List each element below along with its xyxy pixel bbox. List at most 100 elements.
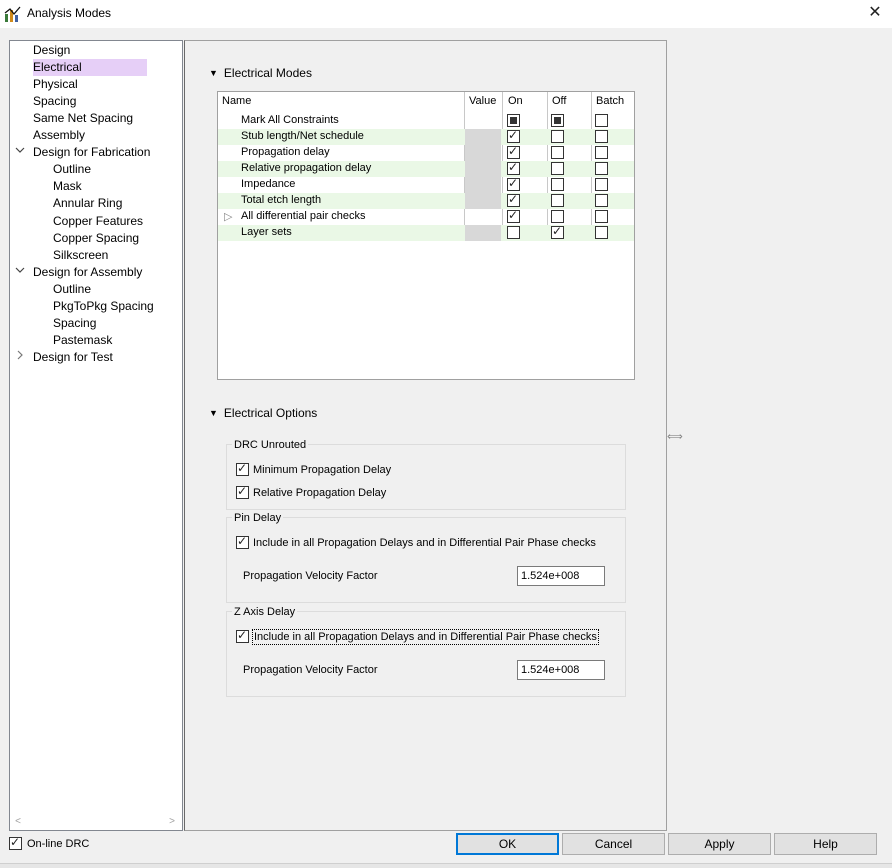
row-off-checkbox[interactable] (551, 194, 564, 207)
row-off-checkbox[interactable] (551, 210, 564, 223)
tree-item[interactable]: Design for Fabrication (10, 144, 182, 161)
row-batch-checkbox[interactable] (595, 210, 608, 223)
row-batch-checkbox[interactable] (595, 178, 608, 191)
tree-item[interactable]: Outline (10, 161, 182, 178)
tree-item[interactable]: Assembly (10, 127, 182, 144)
column-header-name[interactable]: Name (222, 95, 251, 107)
row-value-cell (465, 129, 501, 145)
tree-item[interactable]: Design for Test (10, 349, 182, 366)
z-axis-delay-label: Z Axis Delay (232, 606, 298, 618)
tree-item-label: Spacing (53, 315, 97, 330)
scroll-left-arrow-icon[interactable]: < (12, 814, 24, 829)
tree-item[interactable]: Electrical (10, 59, 182, 77)
chevron-right-icon[interactable] (14, 350, 26, 364)
cancel-button[interactable]: Cancel (562, 833, 665, 855)
row-off-checkbox[interactable] (551, 114, 564, 127)
tree-item[interactable]: PkgToPkg Spacing (10, 298, 182, 315)
row-on-checkbox[interactable] (507, 114, 520, 127)
tree-item[interactable]: Design for Assembly (10, 264, 182, 281)
apply-button[interactable]: Apply (668, 833, 771, 855)
row-value-cell (465, 209, 501, 225)
row-on-checkbox[interactable] (507, 226, 520, 239)
tree-item[interactable]: Silkscreen (10, 247, 182, 264)
column-header-on[interactable]: On (508, 95, 523, 107)
panel-splitter-icon[interactable]: ⟺ (667, 430, 683, 443)
tree-item[interactable]: Copper Spacing (10, 230, 182, 247)
table-row[interactable]: ▷ All differential pair checks (218, 208, 634, 225)
tree-horizontal-scrollbar[interactable]: < > (10, 813, 182, 830)
row-batch-checkbox[interactable] (595, 226, 608, 239)
row-batch-checkbox[interactable] (595, 114, 608, 127)
row-on-checkbox[interactable] (507, 192, 520, 207)
tree-item-label: Mask (53, 179, 82, 194)
row-batch-checkbox[interactable] (595, 194, 608, 207)
drc-unrouted-label: DRC Unrouted (232, 439, 309, 451)
table-row[interactable]: Relative propagation delay (218, 160, 634, 177)
tree-item-label: Design (33, 43, 71, 57)
electrical-options-header[interactable]: ▼ Electrical Options (209, 406, 317, 420)
electrical-modes-table: Name Value On Off Batch Mark All Constra… (217, 91, 635, 380)
help-button[interactable]: Help (774, 833, 877, 855)
electrical-modes-header[interactable]: ▼ Electrical Modes (209, 66, 312, 80)
scroll-right-arrow-icon[interactable]: > (166, 814, 178, 829)
row-batch-checkbox[interactable] (595, 146, 608, 159)
chevron-down-icon[interactable] (14, 145, 26, 159)
row-off-checkbox[interactable] (551, 130, 564, 143)
window-title: Analysis Modes (27, 6, 112, 20)
table-row[interactable]: Total etch length (218, 192, 634, 209)
row-off-checkbox[interactable] (551, 178, 564, 191)
row-name: Propagation delay (241, 146, 330, 158)
row-on-checkbox[interactable] (507, 176, 520, 191)
category-tree[interactable]: Design for Test Pastemask Spacing PkgToPkg … (9, 40, 183, 831)
table-row[interactable]: Propagation delay (218, 144, 634, 161)
row-on-checkbox[interactable] (507, 160, 520, 175)
tree-item[interactable]: Copper Features (10, 213, 182, 230)
tree-item[interactable]: Same Net Spacing (10, 110, 182, 127)
row-on-checkbox[interactable] (507, 128, 520, 143)
column-header-batch[interactable]: Batch (596, 95, 624, 107)
column-header-value[interactable]: Value (469, 95, 496, 107)
row-value-cell (465, 177, 501, 193)
tree-item[interactable]: Spacing (10, 93, 182, 110)
pin-delay-velocity-input[interactable]: 1.524e+008 (517, 566, 605, 586)
pin-delay-include-checkbox[interactable] (236, 534, 249, 549)
tree-item[interactable]: Design (10, 42, 182, 59)
row-off-checkbox[interactable] (551, 162, 564, 175)
collapse-triangle-icon: ▼ (209, 68, 218, 78)
tree-item-label: Physical (33, 77, 78, 92)
tree-item-label: Spacing (33, 94, 77, 109)
tree-item-label: Annular Ring (53, 196, 123, 211)
expand-triangle-icon[interactable]: ▷ (224, 210, 232, 224)
tree-item[interactable]: Physical (10, 76, 182, 93)
table-row[interactable]: Impedance (218, 176, 634, 193)
tree-item-label: Pastemask (53, 332, 113, 347)
row-on-checkbox[interactable] (507, 208, 520, 223)
table-row[interactable]: Layer sets (218, 224, 634, 241)
tree-item[interactable]: Pastemask (10, 332, 182, 349)
tree-item[interactable]: Mask (10, 178, 182, 195)
row-off-checkbox[interactable] (551, 224, 564, 239)
online-drc-checkbox[interactable] (9, 835, 22, 850)
row-batch-checkbox[interactable] (595, 162, 608, 175)
rel-propagation-delay-checkbox[interactable] (236, 484, 249, 499)
pin-delay-group (226, 517, 626, 603)
chevron-down-icon[interactable] (14, 265, 26, 279)
row-on-checkbox[interactable] (507, 144, 520, 159)
tree-item[interactable]: Spacing (10, 315, 182, 332)
min-propagation-delay-checkbox[interactable] (236, 461, 249, 476)
table-row[interactable]: Mark All Constraints (218, 113, 634, 129)
row-batch-checkbox[interactable] (595, 130, 608, 143)
row-value-cell (465, 225, 501, 241)
tree-item[interactable]: Annular Ring (10, 195, 182, 212)
table-row[interactable]: Stub length/Net schedule (218, 128, 634, 145)
close-button[interactable]: ✕ (858, 0, 892, 28)
tree-item[interactable]: Outline (10, 281, 182, 298)
tree-item-label: Outline (53, 281, 92, 296)
row-off-checkbox[interactable] (551, 146, 564, 159)
tree-item-label: Same Net Spacing (33, 111, 134, 126)
z-axis-include-checkbox[interactable] (236, 628, 249, 643)
ok-button[interactable]: OK (456, 833, 559, 855)
column-header-off[interactable]: Off (552, 95, 566, 107)
z-axis-velocity-input[interactable]: 1.524e+008 (517, 660, 605, 680)
row-name: Total etch length (241, 194, 322, 206)
